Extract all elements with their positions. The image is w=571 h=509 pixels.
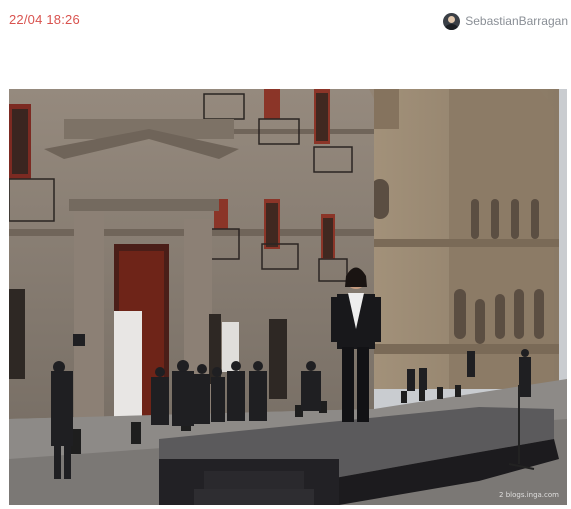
- photo-scene: [9, 89, 567, 505]
- post-header: 22/04 18:26 SebastianBarragan: [0, 0, 571, 40]
- post-photo[interactable]: 2 blogs.inga.com: [9, 89, 567, 505]
- author-link[interactable]: SebastianBarragan: [443, 11, 568, 31]
- author-name[interactable]: SebastianBarragan: [465, 14, 568, 28]
- photo-watermark: 2 blogs.inga.com: [499, 491, 559, 499]
- user-avatar-icon[interactable]: [443, 12, 461, 30]
- post-timestamp: 22/04 18:26: [9, 12, 80, 27]
